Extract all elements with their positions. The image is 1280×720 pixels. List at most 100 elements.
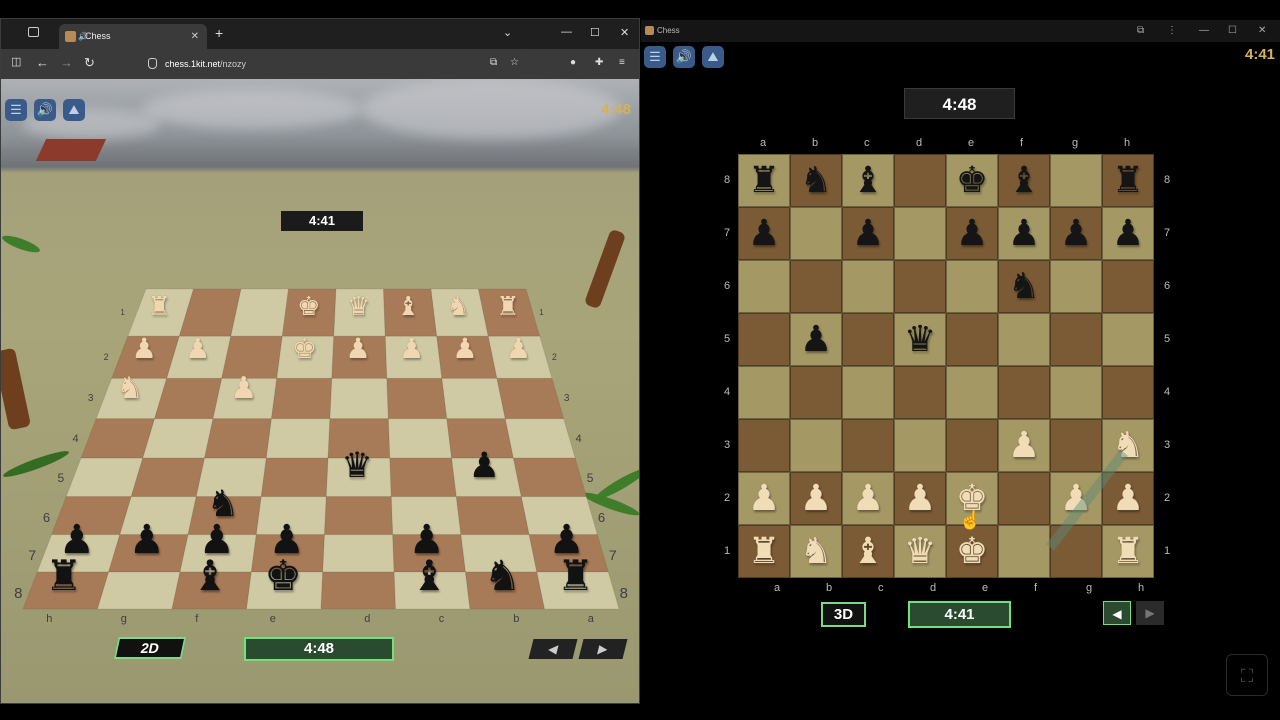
square3d-e4[interactable] (265, 418, 331, 459)
square3d-b3[interactable] (441, 377, 506, 420)
square3d-c5[interactable] (389, 457, 457, 498)
prev-move-button[interactable]: ◀ (528, 639, 578, 659)
square-f5[interactable] (998, 313, 1050, 366)
menu-button[interactable]: ☰ (5, 99, 27, 121)
piece3d-a8[interactable]: ♜ (557, 555, 595, 597)
square3d-e3[interactable] (270, 377, 333, 420)
prev-move-button[interactable]: ◀ (1103, 601, 1131, 625)
background-button[interactable]: ⛰ (702, 46, 724, 68)
square-e4[interactable] (946, 366, 998, 419)
extensions-icon[interactable]: ⧉ (1137, 20, 1144, 42)
square-d4[interactable] (894, 366, 946, 419)
maximize-button[interactable]: ☐ (1228, 20, 1237, 42)
piece3d-h1[interactable]: ♜ (148, 294, 171, 320)
reload-button[interactable]: ↻ (84, 55, 95, 71)
square-g5[interactable] (1050, 313, 1102, 366)
square3d-g4[interactable] (142, 418, 214, 459)
piece-c7[interactable]: ♟ (842, 207, 894, 260)
square3d-g3[interactable] (153, 377, 223, 420)
new-tab-button[interactable]: + (215, 25, 223, 41)
square-f2[interactable] (998, 472, 1050, 525)
piece-d2[interactable]: ♟ (894, 472, 946, 525)
piece3d-g2[interactable]: ♟ (185, 335, 210, 363)
piece-c2[interactable]: ♟ (842, 472, 894, 525)
square-d3[interactable] (894, 419, 946, 472)
square-a5[interactable] (738, 313, 790, 366)
piece-b2[interactable]: ♟ (790, 472, 842, 525)
tab-dropdown-icon[interactable]: ⌄ (503, 26, 512, 39)
square-g8[interactable] (1050, 154, 1102, 207)
piece3d-d1[interactable]: ♛ (347, 294, 370, 320)
square3d-a5[interactable] (512, 457, 588, 498)
square-h6[interactable] (1102, 260, 1154, 313)
square-h4[interactable] (1102, 366, 1154, 419)
square3d-d6[interactable] (323, 496, 394, 536)
square-a4[interactable] (738, 366, 790, 419)
minimize-button[interactable]: — (1199, 20, 1209, 42)
square-f4[interactable] (998, 366, 1050, 419)
sound-button[interactable]: 🔊 (34, 99, 56, 121)
piece3d-e2[interactable]: ♚ (292, 335, 317, 363)
board-2d[interactable]: ♜ ♞ ♝ ♚ ♝ ♜ ♟ ♟ ♟ ♟ ♟ ♟ ♞ ♟ ♛ ♟ ♞ ♟ ♟ ♟ ♟ ♚ ♟ ♟ ♜ ♞ ♝ ♛ ♚ ♜ (738, 154, 1154, 578)
sound-button[interactable]: 🔊 (673, 46, 695, 68)
square3d-e5[interactable] (260, 457, 329, 498)
piece3d-h3[interactable]: ♞ (116, 374, 143, 404)
square-e3[interactable] (946, 419, 998, 472)
piece-a8[interactable]: ♜ (738, 154, 790, 207)
square-b3[interactable] (790, 419, 842, 472)
board-3d[interactable] (1, 79, 640, 704)
square3d-c3[interactable] (386, 377, 448, 420)
piece-f7[interactable]: ♟ (998, 207, 1050, 260)
extensions-icon[interactable]: ✚ (595, 57, 603, 68)
square3d-d8[interactable] (320, 571, 397, 610)
square3d-g5[interactable] (130, 457, 206, 498)
piece3d-b8[interactable]: ♞ (484, 555, 522, 597)
square3d-b6[interactable] (455, 496, 530, 536)
piece-a1[interactable]: ♜ (738, 525, 790, 578)
close-window-button[interactable]: ✕ (1258, 20, 1266, 42)
square3d-g8[interactable] (96, 571, 181, 610)
bookmark-star-icon[interactable]: ☆ (510, 57, 519, 68)
square3d-f1[interactable] (230, 288, 290, 337)
square-d7[interactable] (894, 207, 946, 260)
piece3d-c2[interactable]: ♟ (399, 335, 424, 363)
piece3d-h2[interactable]: ♟ (132, 335, 157, 363)
square3d-a3[interactable] (496, 377, 565, 420)
piece3d-b5[interactable]: ♟ (469, 448, 500, 484)
piece-b5[interactable]: ♟ (790, 313, 842, 366)
minimize-button[interactable]: — (561, 26, 572, 38)
piece-f3[interactable]: ♟ (998, 419, 1050, 472)
piece-g7[interactable]: ♟ (1050, 207, 1102, 260)
piece-e7[interactable]: ♟ (946, 207, 998, 260)
square3d-d7[interactable] (322, 534, 395, 573)
square-c5[interactable] (842, 313, 894, 366)
square-b6[interactable] (790, 260, 842, 313)
piece-h1[interactable]: ♜ (1102, 525, 1154, 578)
square-b4[interactable] (790, 366, 842, 419)
close-window-button[interactable]: ✕ (620, 26, 629, 39)
square-h5[interactable] (1102, 313, 1154, 366)
square3d-c4[interactable] (387, 418, 453, 459)
square-a3[interactable] (738, 419, 790, 472)
background-button[interactable]: ⛰ (63, 99, 85, 121)
piece-b8[interactable]: ♞ (790, 154, 842, 207)
piece-e8[interactable]: ♚ (946, 154, 998, 207)
piece3d-e8[interactable]: ♚ (264, 555, 302, 597)
square-e5[interactable] (946, 313, 998, 366)
square-d6[interactable] (894, 260, 946, 313)
menu-button[interactable]: ☰ (644, 46, 666, 68)
piece-f8[interactable]: ♝ (998, 154, 1050, 207)
back-button[interactable]: ← (36, 55, 49, 70)
fullscreen-button[interactable]: ⛶ (1226, 654, 1268, 696)
game-3d-view[interactable]: ☰ 🔊 ⛰ 4:48 4:41 2D 4:48 ◀ ▶ ♜ ♚ ♛ ♝ ♞ ♜ ♟ ♟ ♚ ♟ ♟ ♟… (1, 79, 640, 704)
piece3d-f8[interactable]: ♝ (191, 555, 229, 597)
more-options-icon[interactable]: ⋮ (1167, 20, 1177, 42)
url-field[interactable]: chess.1kit.net/nzozy (141, 53, 531, 75)
square-f1[interactable] (998, 525, 1050, 578)
piece3d-c1[interactable]: ♝ (397, 294, 420, 320)
tab-search-icon[interactable] (28, 27, 39, 37)
sidebar-toggle-icon[interactable]: ◫ (11, 55, 21, 68)
piece3d-b1[interactable]: ♞ (446, 294, 469, 320)
piece-c1[interactable]: ♝ (842, 525, 894, 578)
piece-f6[interactable]: ♞ (998, 260, 1050, 313)
